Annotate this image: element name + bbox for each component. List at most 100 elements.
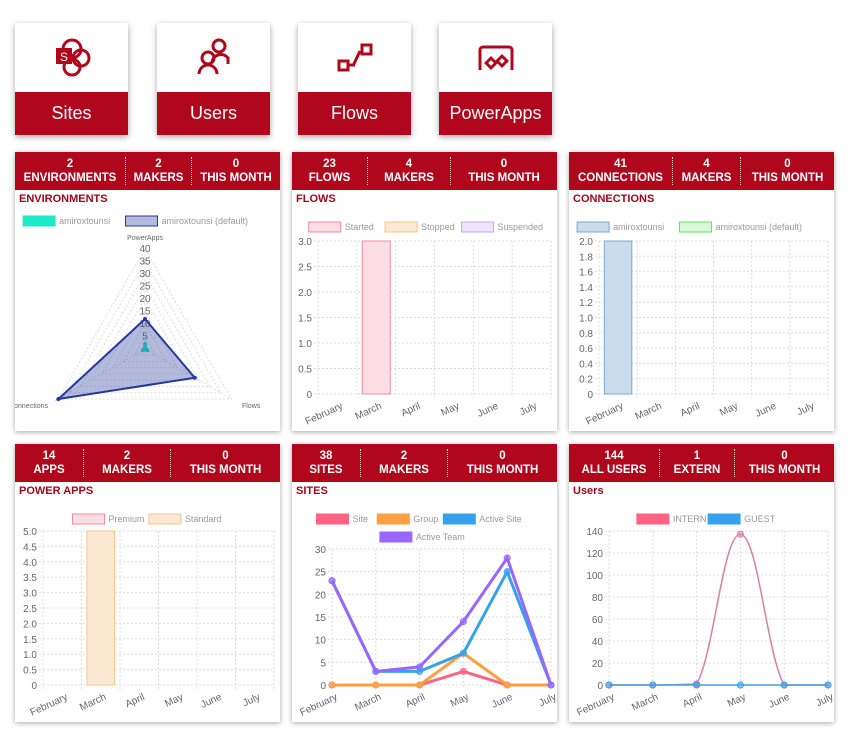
x-tick-label: May [439, 401, 461, 419]
stat-value: 1 [693, 450, 701, 462]
x-tick-label: April [404, 692, 427, 710]
y-tick-label: 1.0 [298, 339, 312, 350]
stat-label: MAKERS [384, 172, 434, 184]
legend-label: Premium [109, 514, 145, 524]
data-point [416, 681, 424, 689]
tile-label: Sites [15, 92, 128, 135]
legend-swatch [442, 513, 476, 525]
tile-label: PowerApps [439, 92, 552, 135]
tile-sites[interactable]: S Sites [15, 23, 128, 135]
y-tick-label: 20 [592, 659, 604, 670]
data-point [503, 681, 511, 689]
legend-label: Stopped [421, 222, 455, 232]
x-tick-label: June [767, 692, 792, 711]
radar-axis-label: Connections [15, 403, 48, 410]
y-tick-label: 2.0 [23, 619, 37, 630]
card-title: ENVIRONMENTS [19, 193, 108, 205]
y-tick-label: 3.5 [23, 573, 37, 584]
stat-apps: 14 APPS [15, 449, 84, 477]
legend-label: amiroxtounsi [59, 216, 110, 226]
legend-swatch [22, 215, 56, 227]
legend-label: Group [413, 514, 438, 524]
stat-label: MAKERS [379, 464, 429, 476]
legend-swatch [376, 513, 410, 525]
stat-this-month: 0 THIS MONTH [741, 157, 834, 185]
stat-value: 2 [400, 450, 408, 462]
stat-label: MAKERS [681, 172, 732, 184]
connections-card: 41 CONNECTIONS 4 MAKERS 0 THIS MONTH CONNEC… [569, 152, 834, 431]
x-tick-label: April [679, 401, 702, 419]
y-tick-label: 0.5 [23, 666, 37, 677]
legend-swatch [679, 221, 712, 233]
data-point [693, 681, 701, 689]
data-point [459, 649, 467, 657]
stat-label: SITES [309, 464, 343, 476]
stat-value: 2 [155, 158, 162, 170]
tile-powerapps[interactable]: PowerApps [439, 23, 552, 135]
stat-label: THIS MONTH [466, 464, 539, 476]
tile-flows[interactable]: Flows [298, 23, 411, 135]
x-tick-label: July [537, 692, 557, 709]
stat-label: THIS MONTH [468, 172, 540, 184]
users-line-chart: INTERN GUEST 0 20 40 60 80 100 120 140 February Mar… [575, 513, 834, 719]
svg-text:S: S [59, 50, 67, 64]
legend-swatch [707, 513, 741, 525]
legend-label: amiroxtounsi (default) [162, 216, 249, 226]
card-title: SITES [296, 485, 328, 497]
y-tick-label: 0.6 [579, 344, 593, 355]
data-point [416, 663, 424, 671]
powerapps-bar-chart: Premium Standard 0 0.5 1.0 1.5 2.0 2.5 3.0 3.5 4.0… [23, 513, 275, 719]
stats-header: 144 ALL USERS 1 EXTERN 0 THIS MONTH [569, 444, 834, 482]
stat-value: 0 [781, 450, 788, 462]
flow-icon [298, 23, 411, 92]
bar [361, 240, 391, 395]
stat-sites: 38 SITES [292, 449, 361, 477]
y-tick-label: 5 [320, 658, 326, 669]
data-point [503, 568, 511, 576]
stat-connections: 41 CONNECTIONS [569, 157, 673, 185]
stat-extern: 1 EXTERN [660, 449, 735, 477]
x-tick-label: February [29, 692, 70, 719]
stat-value: 0 [784, 158, 791, 170]
legend-label: Active Team [416, 532, 465, 542]
y-tick-label: 1.4 [579, 283, 593, 294]
x-tick-label: May [163, 692, 185, 710]
tile-users[interactable]: Users [157, 23, 270, 135]
x-tick-label: May [726, 692, 748, 710]
stat-label: ENVIRONMENTS [23, 172, 117, 184]
stat-label: ALL USERS [581, 464, 647, 476]
legend-swatch [148, 513, 182, 525]
card-title: CONNECTIONS [573, 193, 655, 205]
y-tick-label: 15 [315, 613, 327, 624]
legend-swatch [384, 221, 418, 233]
y-tick-label: 2.5 [298, 263, 312, 274]
stat-environments: 2 ENVIRONMENTS [15, 157, 126, 185]
y-tick-label: 30 [315, 545, 327, 556]
y-tick-label: 140 [586, 527, 603, 538]
x-tick-label: July [518, 401, 539, 418]
stats-header: 14 APPS 2 MAKERS 0 THIS MONTH [15, 444, 280, 482]
y-tick-label: 0.4 [579, 359, 593, 370]
legend-swatch [72, 513, 105, 525]
stat-makers: 4 MAKERS [673, 157, 741, 185]
y-tick-label: 1.2 [579, 298, 593, 309]
legend-label: amiroxtounsi (default) [716, 222, 803, 232]
x-tick-label: June [754, 401, 779, 420]
x-tick-label: June [199, 692, 224, 711]
legend-label: Started [345, 222, 374, 232]
data-point [143, 317, 147, 321]
stat-label: CONNECTIONS [578, 172, 663, 184]
stat-label: THIS MONTH [200, 172, 272, 184]
y-tick-label: 1.5 [298, 314, 312, 325]
sites-line-chart: Site Group Active Site Active Team 0 5 10 15 20 2… [298, 513, 557, 719]
stat-this-month: 0 THIS MONTH [448, 449, 557, 477]
x-tick-label: February [584, 401, 625, 428]
card-title: FLOWS [296, 193, 336, 205]
legend-label: INTERN [673, 514, 707, 524]
y-tick-label: 20 [315, 590, 327, 601]
stat-label: THIS MONTH [748, 464, 821, 476]
users-icon [157, 23, 270, 92]
y-tick-label: 10 [315, 636, 327, 647]
series-line [609, 533, 828, 686]
x-tick-label: March [354, 401, 384, 423]
